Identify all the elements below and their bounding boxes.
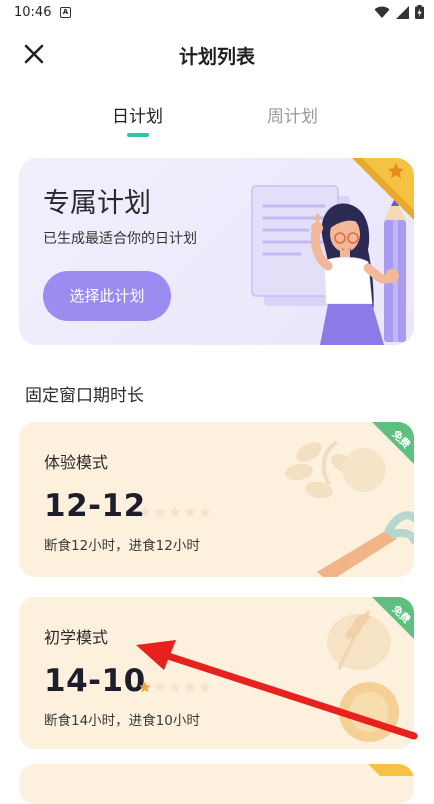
mode-card-beginner[interactable]: 免费 初学模式 14-10 断食14小时，进食10小时 xyxy=(19,597,414,749)
star-icon xyxy=(199,681,211,693)
mode-ratio: 12-12 xyxy=(44,488,146,524)
star-icon xyxy=(154,681,166,693)
tab-indicator xyxy=(127,133,149,137)
notification-icon: A xyxy=(60,7,71,18)
star-icon xyxy=(169,681,181,693)
status-icons xyxy=(374,5,424,19)
exclusive-plan-card[interactable]: 专属计划 已生成最适合你的日计划 选择此计划 xyxy=(19,158,414,345)
difficulty-stars xyxy=(139,506,211,518)
mode-ratio: 14-10 xyxy=(44,663,146,699)
plan-subtitle: 已生成最适合你的日计划 xyxy=(43,231,197,247)
select-plan-button[interactable]: 选择此计划 xyxy=(43,271,171,321)
star-icon xyxy=(184,681,196,693)
star-icon xyxy=(154,506,166,518)
tab-week-plan[interactable]: 周计划 xyxy=(267,102,318,127)
battery-icon xyxy=(415,5,424,19)
mode-name: 体验模式 xyxy=(44,453,109,472)
badge-peek-icon xyxy=(368,764,414,776)
star-ribbon-icon xyxy=(352,158,414,220)
difficulty-stars xyxy=(139,681,211,693)
section-title: 固定窗口期时长 xyxy=(25,386,144,406)
mode-card-trial[interactable]: 免费 体验模式 12-12 断食12小时，进食12小时 xyxy=(19,422,414,577)
tab-day-plan[interactable]: 日计划 xyxy=(112,102,163,127)
star-icon xyxy=(139,506,151,518)
mode-description: 断食14小时，进食10小时 xyxy=(44,713,200,729)
star-icon xyxy=(184,506,196,518)
star-icon xyxy=(139,681,151,693)
mode-card-peek[interactable] xyxy=(19,764,414,804)
plan-title: 专属计划 xyxy=(43,188,151,219)
page-title: 计划列表 xyxy=(178,46,255,68)
wifi-icon xyxy=(374,6,390,18)
status-bar: 10:46 A xyxy=(0,0,434,26)
mode-name: 初学模式 xyxy=(44,628,109,647)
status-time: 10:46 xyxy=(14,5,52,20)
star-icon xyxy=(169,506,181,518)
signal-icon xyxy=(396,5,409,19)
mode-description: 断食12小时，进食12小时 xyxy=(44,538,200,554)
star-icon xyxy=(199,506,211,518)
